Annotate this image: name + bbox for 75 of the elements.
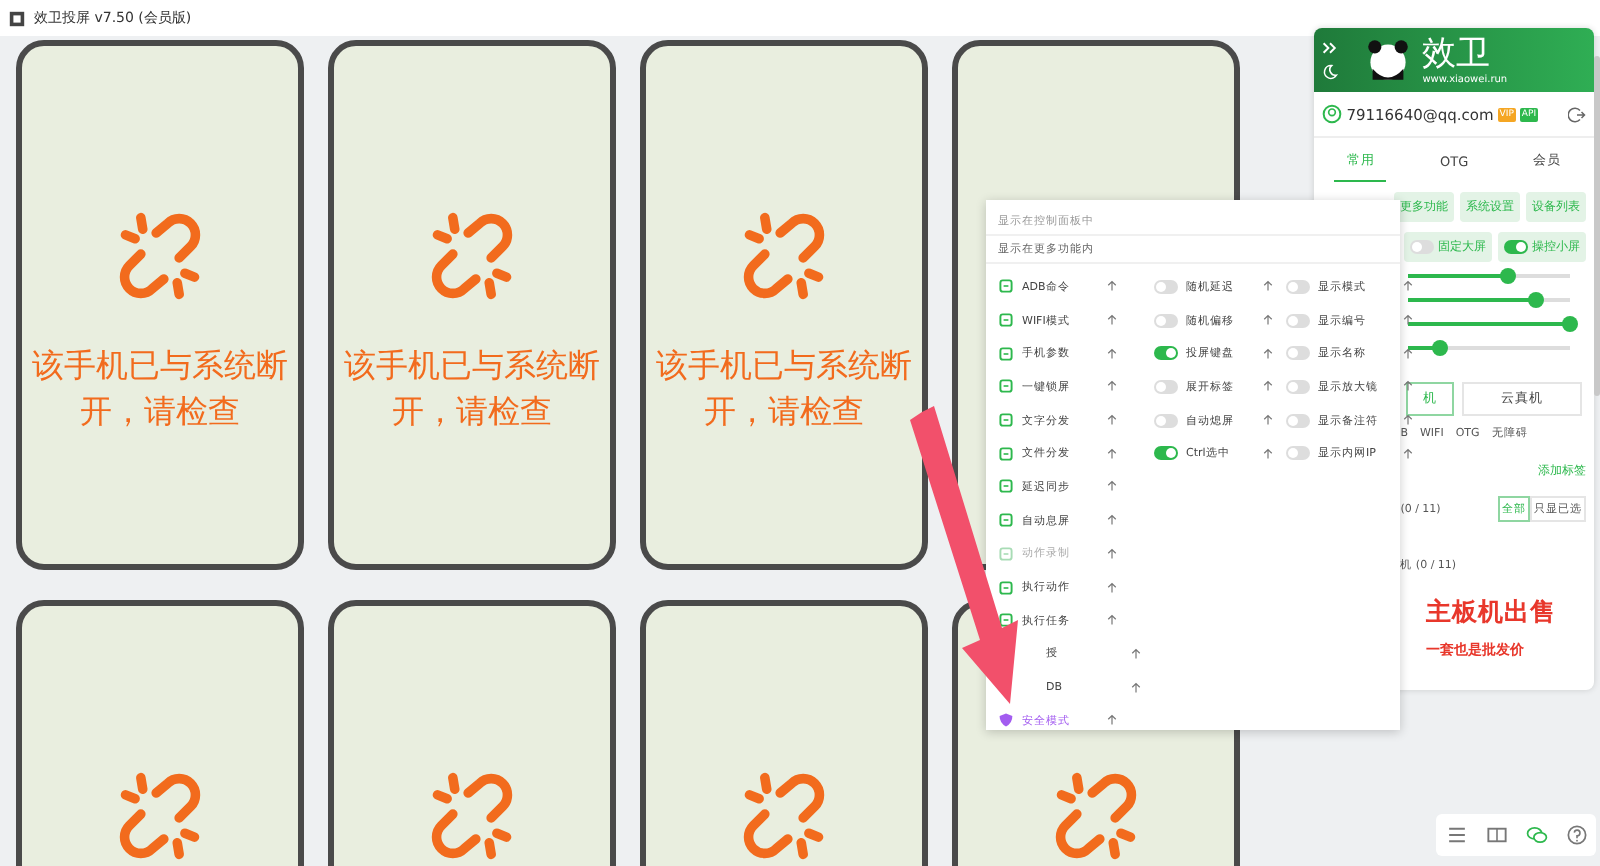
scrollbar[interactable] (1594, 56, 1600, 396)
toggle-switch[interactable] (1286, 413, 1310, 428)
toggle-switch[interactable] (1154, 279, 1178, 294)
broken-link-icon (426, 770, 518, 862)
pin-up-icon[interactable] (1402, 347, 1414, 360)
toggle-switch[interactable] (1286, 346, 1310, 361)
logout-icon[interactable] (1568, 105, 1587, 123)
pin-up-icon[interactable] (1262, 447, 1274, 460)
tool-icon (998, 345, 1014, 362)
toggle-switch[interactable] (1154, 413, 1178, 428)
chat-icon[interactable] (1525, 824, 1547, 846)
pin-up-icon[interactable] (1402, 447, 1414, 460)
toggle-switch[interactable] (1154, 379, 1178, 394)
pin-up-icon[interactable] (1106, 714, 1118, 727)
pin-up-icon[interactable] (1106, 547, 1118, 560)
disconnect-message: 该手机已与系统断开，请检查 (30, 344, 290, 434)
pin-up-icon[interactable] (1106, 314, 1118, 327)
disconnect-message: 该手机已与系统断开，请检查 (342, 344, 602, 434)
pin-up-icon[interactable] (1106, 614, 1118, 627)
pin-up-icon[interactable] (1402, 314, 1414, 327)
toggle-switch[interactable] (1286, 279, 1310, 294)
toggle-switch[interactable] (1286, 446, 1310, 461)
toggle-switch[interactable] (1286, 379, 1310, 394)
list-icon[interactable] (1445, 824, 1467, 846)
pin-up-icon[interactable] (1106, 581, 1118, 594)
help-icon[interactable] (1565, 824, 1587, 846)
broken-link-icon (738, 210, 830, 302)
pin-up-icon[interactable] (1130, 647, 1142, 660)
brand-name: 效卫 (1422, 35, 1493, 73)
toggle-switch[interactable] (1286, 313, 1310, 328)
tool-icon (998, 579, 1014, 596)
pin-up-icon[interactable] (1106, 347, 1118, 360)
pin-up-icon[interactable] (1402, 280, 1414, 293)
broken-link-icon (1050, 770, 1142, 862)
panda-logo-icon (1366, 36, 1411, 84)
toggle-switch[interactable] (1154, 313, 1178, 328)
user-icon (1322, 104, 1343, 124)
pin-up-icon[interactable] (1106, 447, 1118, 460)
tool-icon (998, 378, 1014, 395)
moon-icon[interactable] (1322, 64, 1339, 80)
pin-up-icon[interactable] (1262, 414, 1274, 427)
tool-icon (998, 445, 1014, 462)
app-icon (8, 9, 26, 27)
pin-up-icon[interactable] (1106, 414, 1118, 427)
pin-up-icon[interactable] (1262, 314, 1274, 327)
broken-link-icon (114, 770, 206, 862)
pin-up-icon[interactable] (1106, 480, 1118, 493)
shield-icon (998, 712, 1014, 729)
toggle-switch[interactable] (1154, 446, 1178, 461)
tool-icon (998, 312, 1014, 329)
pin-up-icon[interactable] (1262, 347, 1274, 360)
expand-icon[interactable] (1322, 40, 1339, 56)
disconnect-message: 该手机已与系统断开，请检查 (654, 344, 914, 434)
pin-up-icon[interactable] (1402, 414, 1414, 427)
pin-up-icon[interactable] (1106, 514, 1118, 527)
toggle-switch[interactable] (1154, 346, 1178, 361)
tool-icon (998, 545, 1014, 562)
broken-link-icon (114, 210, 206, 302)
broken-link-icon (738, 770, 830, 862)
broken-link-icon (426, 210, 518, 302)
pin-up-icon[interactable] (1130, 681, 1142, 694)
tool-icon (998, 412, 1014, 429)
card-icon[interactable] (1485, 824, 1507, 846)
ad-headline[interactable]: 主板机出售 (1426, 596, 1595, 630)
toggle-switch[interactable] (1504, 240, 1529, 254)
pin-up-icon[interactable] (1262, 280, 1274, 293)
pin-up-icon[interactable] (1106, 280, 1118, 293)
toggle-switch[interactable] (1410, 240, 1435, 254)
tool-icon (998, 278, 1014, 295)
tool-icon (998, 478, 1014, 495)
tool-icon (998, 512, 1014, 529)
pin-up-icon[interactable] (1402, 380, 1414, 393)
tool-icon (998, 612, 1014, 629)
pin-up-icon[interactable] (1106, 380, 1118, 393)
pin-up-icon[interactable] (1262, 380, 1274, 393)
